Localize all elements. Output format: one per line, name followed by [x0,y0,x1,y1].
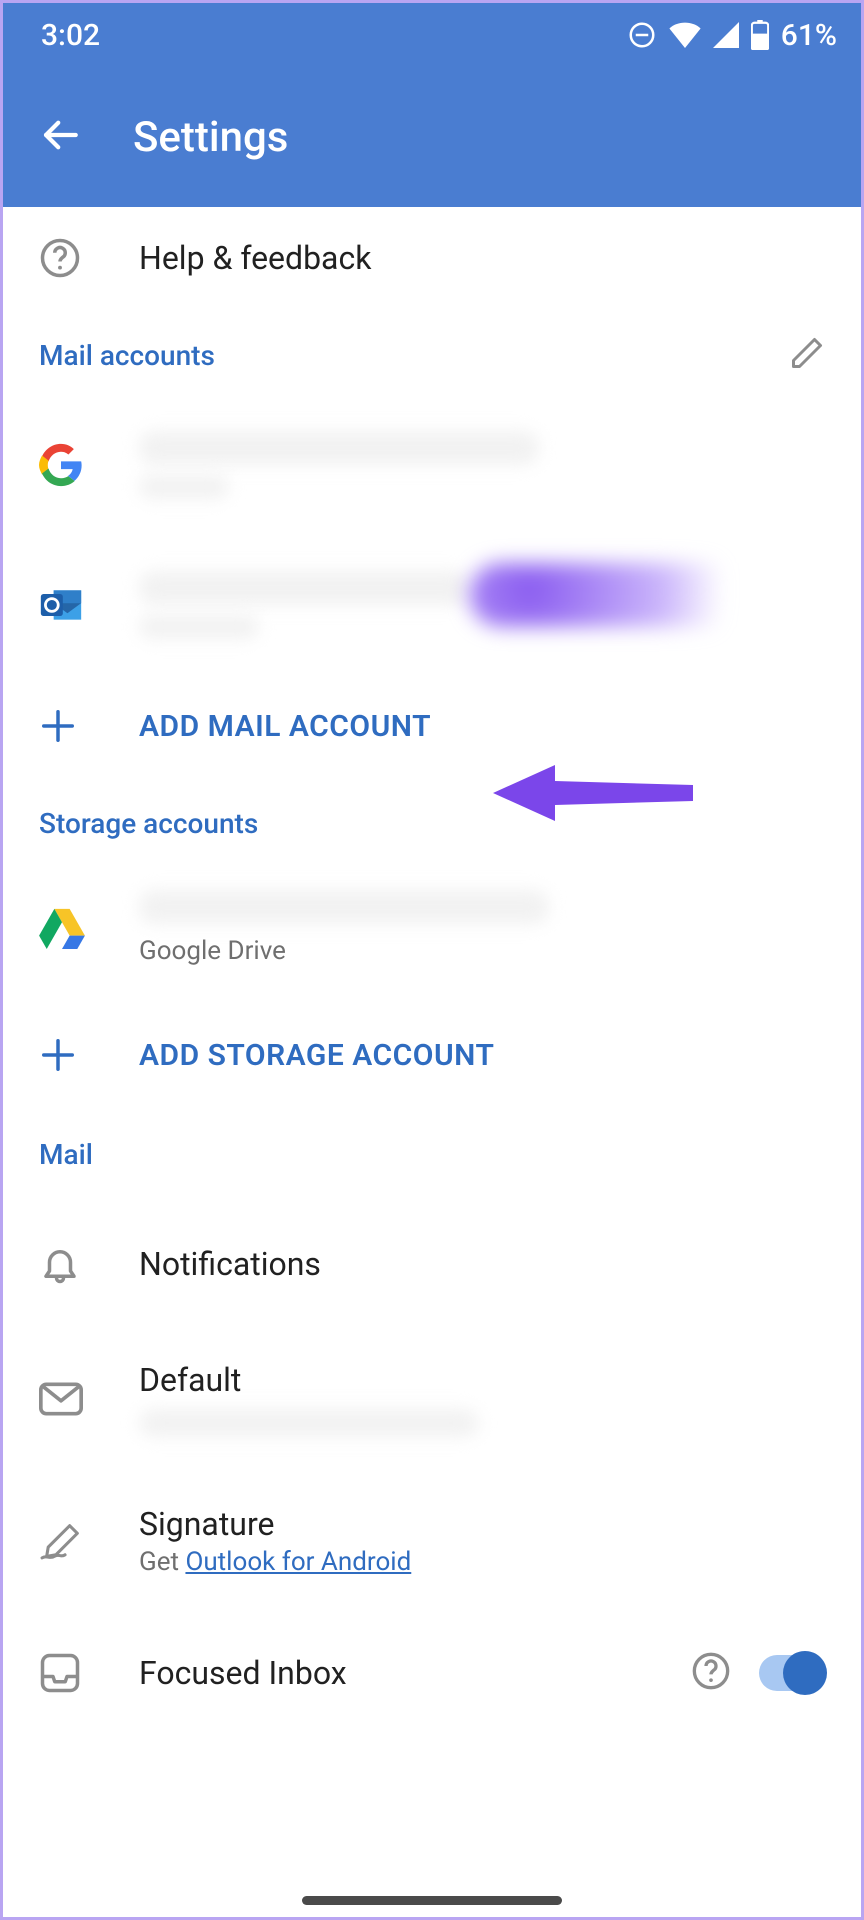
default-mail-label: Default [139,1361,825,1399]
section-mail: Mail [3,1114,861,1191]
signature-sub: Get Outlook for Android [139,1547,825,1577]
app-bar: Settings [3,67,861,207]
help-feedback-row[interactable]: Help & feedback [3,207,861,309]
signal-icon [713,22,739,48]
battery-percent: 61% [781,18,837,53]
nav-indicator [302,1896,562,1905]
redacted-text [139,615,259,639]
focused-inbox-row[interactable]: Focused Inbox [3,1611,861,1707]
dnd-icon [627,20,657,50]
outlook-icon [39,583,83,627]
mail-account-outlook[interactable] [3,535,861,675]
google-icon [39,443,83,487]
storage-drive-label: Google Drive [139,936,825,966]
signature-icon [39,1521,85,1561]
mail-icon [39,1382,83,1416]
add-storage-account-label: ADD STORAGE ACCOUNT [139,1038,825,1073]
help-circle-icon [691,1651,731,1691]
add-mail-account-button[interactable]: ADD MAIL ACCOUNT [3,675,861,777]
redacted-text [139,431,539,465]
add-mail-account-label: ADD MAIL ACCOUNT [139,709,825,744]
notifications-label: Notifications [139,1245,825,1283]
inbox-icon [39,1652,81,1694]
redacted-accent [469,563,769,627]
status-bar: 3:02 61% [3,3,861,67]
back-button[interactable] [39,114,81,160]
section-storage-accounts-label: Storage accounts [39,807,258,840]
add-storage-account-button[interactable]: ADD STORAGE ACCOUNT [3,996,861,1114]
section-mail-accounts-label: Mail accounts [39,339,215,372]
bell-icon [39,1243,81,1285]
battery-icon [751,20,769,50]
help-circle-icon [39,237,81,279]
help-feedback-label: Help & feedback [139,239,825,277]
default-mail-row[interactable]: Default [3,1327,861,1471]
section-mail-label: Mail [39,1138,93,1171]
status-time: 3:02 [41,18,100,53]
redacted-text [139,890,549,924]
arrow-left-icon [39,114,81,156]
outlook-android-link[interactable]: Outlook for Android [185,1547,411,1577]
pencil-icon [789,335,825,371]
google-drive-icon [39,907,85,949]
edit-accounts-button[interactable] [789,335,825,375]
mail-account-google[interactable] [3,395,861,535]
signature-sub-prefix: Get [139,1547,185,1577]
status-right: 61% [627,18,837,53]
signature-row[interactable]: Signature Get Outlook for Android [3,1471,861,1611]
redacted-text [139,475,229,499]
wifi-icon [669,22,701,48]
notifications-row[interactable]: Notifications [3,1201,861,1327]
focused-inbox-label: Focused Inbox [139,1654,691,1692]
focused-help-button[interactable] [691,1651,731,1695]
page-title: Settings [133,113,288,162]
focused-inbox-toggle[interactable] [759,1655,825,1691]
section-storage-accounts: Storage accounts [3,777,861,860]
plus-icon [39,1036,77,1074]
signature-label: Signature [139,1505,825,1543]
section-mail-accounts: Mail accounts [3,309,861,395]
redacted-text [139,571,469,605]
storage-account-drive[interactable]: Google Drive [3,860,861,996]
redacted-text [139,1409,479,1437]
plus-icon [39,707,77,745]
